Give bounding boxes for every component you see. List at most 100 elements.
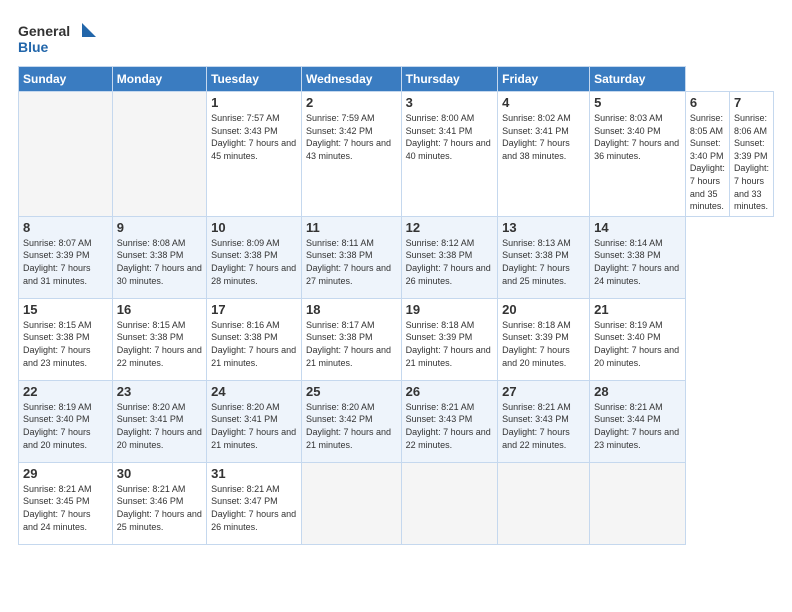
- day-info: Sunrise: 8:19 AMSunset: 3:40 PMDaylight:…: [594, 319, 681, 369]
- day-number: 25: [306, 384, 397, 399]
- day-number: 24: [211, 384, 297, 399]
- calendar-day-8: 8 Sunrise: 8:07 AMSunset: 3:39 PMDayligh…: [19, 216, 113, 298]
- calendar-day-23: 23 Sunrise: 8:20 AMSunset: 3:41 PMDaylig…: [112, 380, 206, 462]
- calendar-day-22: 22 Sunrise: 8:19 AMSunset: 3:40 PMDaylig…: [19, 380, 113, 462]
- calendar-week-1: 1 Sunrise: 7:57 AMSunset: 3:43 PMDayligh…: [19, 92, 774, 217]
- calendar-day-25: 25 Sunrise: 8:20 AMSunset: 3:42 PMDaylig…: [302, 380, 402, 462]
- day-number: 3: [406, 95, 494, 110]
- weekday-header-wednesday: Wednesday: [302, 67, 402, 92]
- calendar-table: SundayMondayTuesdayWednesdayThursdayFrid…: [18, 66, 774, 545]
- day-number: 1: [211, 95, 297, 110]
- day-info: Sunrise: 8:20 AMSunset: 3:41 PMDaylight:…: [117, 401, 202, 451]
- day-number: 26: [406, 384, 494, 399]
- day-number: 29: [23, 466, 108, 481]
- weekday-header-row: SundayMondayTuesdayWednesdayThursdayFrid…: [19, 67, 774, 92]
- calendar-week-4: 22 Sunrise: 8:19 AMSunset: 3:40 PMDaylig…: [19, 380, 774, 462]
- calendar-day-11: 11 Sunrise: 8:11 AMSunset: 3:38 PMDaylig…: [302, 216, 402, 298]
- day-number: 6: [690, 95, 725, 110]
- day-number: 18: [306, 302, 397, 317]
- weekday-header-monday: Monday: [112, 67, 206, 92]
- day-info: Sunrise: 8:21 AMSunset: 3:43 PMDaylight:…: [502, 401, 585, 451]
- day-info: Sunrise: 8:11 AMSunset: 3:38 PMDaylight:…: [306, 237, 397, 287]
- calendar-day-15: 15 Sunrise: 8:15 AMSunset: 3:38 PMDaylig…: [19, 298, 113, 380]
- day-info: Sunrise: 8:21 AMSunset: 3:43 PMDaylight:…: [406, 401, 494, 451]
- calendar-day-19: 19 Sunrise: 8:18 AMSunset: 3:39 PMDaylig…: [401, 298, 498, 380]
- header: General Blue: [18, 18, 774, 58]
- day-info: Sunrise: 8:21 AMSunset: 3:45 PMDaylight:…: [23, 483, 108, 533]
- day-number: 4: [502, 95, 585, 110]
- day-number: 19: [406, 302, 494, 317]
- logo-icon: General Blue: [18, 18, 98, 58]
- day-info: Sunrise: 8:13 AMSunset: 3:38 PMDaylight:…: [502, 237, 585, 287]
- calendar-day-7: 7 Sunrise: 8:06 AMSunset: 3:39 PMDayligh…: [729, 92, 773, 217]
- day-info: Sunrise: 7:57 AMSunset: 3:43 PMDaylight:…: [211, 112, 297, 162]
- day-info: Sunrise: 8:05 AMSunset: 3:40 PMDaylight:…: [690, 112, 725, 213]
- day-info: Sunrise: 8:21 AMSunset: 3:47 PMDaylight:…: [211, 483, 297, 533]
- empty-cell: [112, 92, 206, 217]
- day-number: 20: [502, 302, 585, 317]
- empty-cell: [19, 92, 113, 217]
- day-number: 13: [502, 220, 585, 235]
- day-number: 11: [306, 220, 397, 235]
- calendar-day-3: 3 Sunrise: 8:00 AMSunset: 3:41 PMDayligh…: [401, 92, 498, 217]
- day-number: 9: [117, 220, 202, 235]
- day-info: Sunrise: 8:21 AMSunset: 3:46 PMDaylight:…: [117, 483, 202, 533]
- calendar-day-6: 6 Sunrise: 8:05 AMSunset: 3:40 PMDayligh…: [685, 92, 729, 217]
- svg-text:Blue: Blue: [18, 39, 49, 55]
- calendar-day-20: 20 Sunrise: 8:18 AMSunset: 3:39 PMDaylig…: [498, 298, 590, 380]
- calendar-day-29: 29 Sunrise: 8:21 AMSunset: 3:45 PMDaylig…: [19, 462, 113, 544]
- day-info: Sunrise: 7:59 AMSunset: 3:42 PMDaylight:…: [306, 112, 397, 162]
- svg-text:General: General: [18, 23, 70, 39]
- day-number: 7: [734, 95, 769, 110]
- calendar-day-21: 21 Sunrise: 8:19 AMSunset: 3:40 PMDaylig…: [590, 298, 686, 380]
- calendar-day-31: 31 Sunrise: 8:21 AMSunset: 3:47 PMDaylig…: [207, 462, 302, 544]
- day-info: Sunrise: 8:15 AMSunset: 3:38 PMDaylight:…: [117, 319, 202, 369]
- calendar-week-5: 29 Sunrise: 8:21 AMSunset: 3:45 PMDaylig…: [19, 462, 774, 544]
- day-number: 5: [594, 95, 681, 110]
- day-info: Sunrise: 8:21 AMSunset: 3:44 PMDaylight:…: [594, 401, 681, 451]
- day-info: Sunrise: 8:06 AMSunset: 3:39 PMDaylight:…: [734, 112, 769, 213]
- day-info: Sunrise: 8:18 AMSunset: 3:39 PMDaylight:…: [406, 319, 494, 369]
- day-info: Sunrise: 8:20 AMSunset: 3:42 PMDaylight:…: [306, 401, 397, 451]
- day-info: Sunrise: 8:15 AMSunset: 3:38 PMDaylight:…: [23, 319, 108, 369]
- calendar-day-9: 9 Sunrise: 8:08 AMSunset: 3:38 PMDayligh…: [112, 216, 206, 298]
- day-info: Sunrise: 8:07 AMSunset: 3:39 PMDaylight:…: [23, 237, 108, 287]
- calendar-week-3: 15 Sunrise: 8:15 AMSunset: 3:38 PMDaylig…: [19, 298, 774, 380]
- day-number: 22: [23, 384, 108, 399]
- day-number: 12: [406, 220, 494, 235]
- calendar-day-4: 4 Sunrise: 8:02 AMSunset: 3:41 PMDayligh…: [498, 92, 590, 217]
- empty-cell: [302, 462, 402, 544]
- weekday-header-friday: Friday: [498, 67, 590, 92]
- day-info: Sunrise: 8:19 AMSunset: 3:40 PMDaylight:…: [23, 401, 108, 451]
- page: General Blue SundayMondayTuesdayWednesda…: [0, 0, 792, 612]
- day-number: 28: [594, 384, 681, 399]
- day-info: Sunrise: 8:17 AMSunset: 3:38 PMDaylight:…: [306, 319, 397, 369]
- day-number: 30: [117, 466, 202, 481]
- day-info: Sunrise: 8:14 AMSunset: 3:38 PMDaylight:…: [594, 237, 681, 287]
- calendar-day-26: 26 Sunrise: 8:21 AMSunset: 3:43 PMDaylig…: [401, 380, 498, 462]
- weekday-header-thursday: Thursday: [401, 67, 498, 92]
- day-number: 17: [211, 302, 297, 317]
- calendar-day-13: 13 Sunrise: 8:13 AMSunset: 3:38 PMDaylig…: [498, 216, 590, 298]
- logo: General Blue: [18, 18, 98, 58]
- calendar-day-30: 30 Sunrise: 8:21 AMSunset: 3:46 PMDaylig…: [112, 462, 206, 544]
- weekday-header-sunday: Sunday: [19, 67, 113, 92]
- day-number: 2: [306, 95, 397, 110]
- calendar-day-14: 14 Sunrise: 8:14 AMSunset: 3:38 PMDaylig…: [590, 216, 686, 298]
- day-number: 14: [594, 220, 681, 235]
- day-number: 10: [211, 220, 297, 235]
- day-info: Sunrise: 8:16 AMSunset: 3:38 PMDaylight:…: [211, 319, 297, 369]
- calendar-week-2: 8 Sunrise: 8:07 AMSunset: 3:39 PMDayligh…: [19, 216, 774, 298]
- calendar-header: SundayMondayTuesdayWednesdayThursdayFrid…: [19, 67, 774, 92]
- calendar-day-17: 17 Sunrise: 8:16 AMSunset: 3:38 PMDaylig…: [207, 298, 302, 380]
- calendar-day-24: 24 Sunrise: 8:20 AMSunset: 3:41 PMDaylig…: [207, 380, 302, 462]
- calendar-day-28: 28 Sunrise: 8:21 AMSunset: 3:44 PMDaylig…: [590, 380, 686, 462]
- weekday-header-saturday: Saturday: [590, 67, 686, 92]
- day-info: Sunrise: 8:09 AMSunset: 3:38 PMDaylight:…: [211, 237, 297, 287]
- day-number: 16: [117, 302, 202, 317]
- day-info: Sunrise: 8:08 AMSunset: 3:38 PMDaylight:…: [117, 237, 202, 287]
- empty-cell: [401, 462, 498, 544]
- day-number: 21: [594, 302, 681, 317]
- calendar-day-1: 1 Sunrise: 7:57 AMSunset: 3:43 PMDayligh…: [207, 92, 302, 217]
- day-info: Sunrise: 8:20 AMSunset: 3:41 PMDaylight:…: [211, 401, 297, 451]
